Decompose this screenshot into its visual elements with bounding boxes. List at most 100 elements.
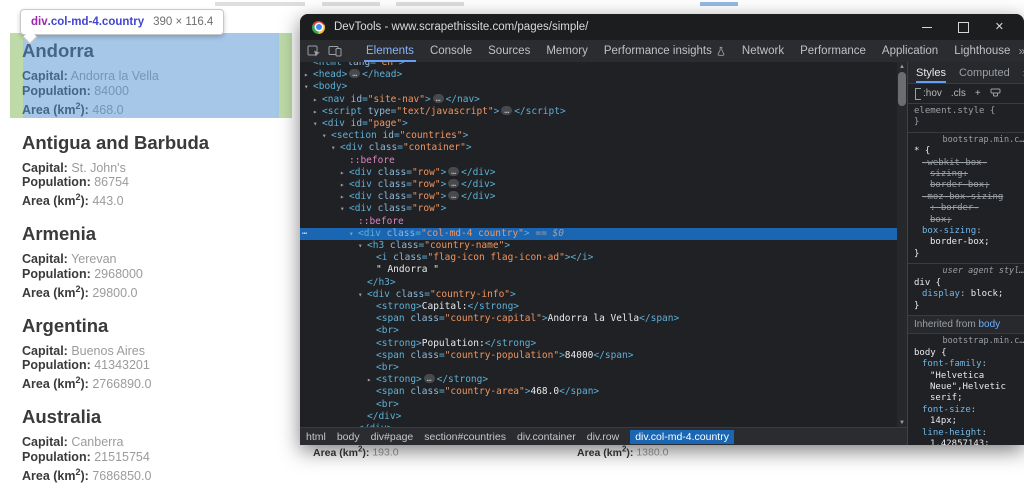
breadcrumb-item[interactable]: div#page [371,431,414,443]
dom-token: <br> [376,362,399,373]
breadcrumb-item[interactable]: body [337,431,360,443]
dom-row[interactable]: ▾<div class="container"> [300,142,897,154]
twisty-collapsed-icon[interactable]: ▸ [304,69,313,81]
twisty-collapsed-icon[interactable]: ▸ [313,94,322,106]
dom-row[interactable]: </div> [300,411,897,423]
twisty-expanded-icon[interactable]: ▾ [331,142,340,154]
dom-row[interactable]: <strong>Population:</strong> [300,338,897,350]
twisty-collapsed-icon[interactable]: ▸ [340,167,349,179]
breadcrumb-item[interactable]: div.row [587,431,619,443]
inline-expand-button[interactable]: … [349,69,360,78]
tab-memory[interactable]: Memory [538,40,596,62]
dom-row[interactable]: ▸<div class="row">…</div> [300,179,897,191]
country-name: Andorra [22,40,286,61]
country-block: AndorraCapital: Andorra la VellaPopulati… [22,40,286,118]
dom-row[interactable]: ▾<div class="country-info"> [300,289,897,301]
dom-tree-scrollbar[interactable]: ▲ ▼ [897,62,907,428]
style-line: "Helvetica [914,371,1024,382]
tab-network[interactable]: Network [734,40,792,62]
twisty-expanded-icon[interactable]: ▾ [304,81,313,93]
breadcrumb-item[interactable]: div.container [517,431,576,443]
twisty-collapsed-icon[interactable]: ▸ [340,191,349,203]
inline-expand-button[interactable]: … [448,179,459,188]
devtools-titlebar[interactable]: DevTools - www.scrapethissite.com/pages/… [300,14,1024,40]
maximize-button[interactable] [958,22,969,33]
scrollbar-thumb[interactable] [898,72,906,106]
breadcrumb-item[interactable]: section#countries [424,431,506,443]
breadcrumb-item[interactable]: div.col-md-4.country [630,430,734,444]
dom-row[interactable]: ::before [300,155,897,167]
twisty-expanded-icon[interactable]: ▾ [322,130,331,142]
dom-row[interactable]: ▸<head>…</head> [300,69,897,81]
dom-row[interactable]: ▸<nav id="site-nav">…</nav> [300,94,897,106]
clipped-header-link[interactable] [700,2,738,6]
tab-lighthouse[interactable]: Lighthouse [946,40,1018,62]
sidebar-tab-styles[interactable]: Styles [916,62,946,83]
dom-row[interactable]: <br> [300,362,897,374]
dom-row[interactable]: ▾<div id="page"> [300,118,897,130]
dom-row[interactable]: <span class="country-capital">Andorra la… [300,313,897,325]
dom-row[interactable]: ▸<script type="text/javascript">…</scrip… [300,106,897,118]
dom-row[interactable]: ▸<strong>…</strong> [300,374,897,386]
twisty-expanded-icon[interactable]: ▾ [340,203,349,215]
styles-toolbar-button[interactable]: .cls [951,88,966,99]
dom-row[interactable]: <i class="flag-icon flag-icon-ad"></i> [300,252,897,264]
dom-row[interactable]: ▾<section id="countries"> [300,130,897,142]
tab-console[interactable]: Console [422,40,480,62]
twisty-expanded-icon[interactable]: ▾ [349,228,358,240]
dom-row[interactable]: ▸<div class="row">…</div> [300,167,897,179]
tab-application[interactable]: Application [874,40,946,62]
dom-row[interactable]: " Andorra " [300,264,897,276]
more-tabs-button[interactable]: » [1018,44,1024,58]
dom-row[interactable]: <span class="country-population">84000</… [300,350,897,362]
stylesheet-source-link[interactable]: bootstrap.min.c… [914,135,1024,146]
dom-row[interactable]: <br> [300,399,897,411]
twisty-collapsed-icon[interactable]: ▸ [313,106,322,118]
device-toolbar-button[interactable] [328,45,342,57]
inline-expand-button[interactable]: … [424,374,435,383]
inline-expand-button[interactable]: … [448,167,459,176]
dom-row[interactable]: ▾<h3 class="country-name"> [300,240,897,252]
dom-token: class [378,179,407,190]
dom-row[interactable]: ▾<div class="row"> [300,203,897,215]
twisty-expanded-icon[interactable]: ▾ [358,289,367,301]
tab-elements[interactable]: Elements [358,40,422,62]
inherited-from-link[interactable]: body [978,319,1000,330]
styles-toolbar-button[interactable]: + [975,88,981,99]
stylesheet-source-link[interactable]: bootstrap.min.c… [914,336,1024,347]
dom-row[interactable]: </h3> [300,277,897,289]
style-line: box-sizing: [914,226,1024,237]
devtools-window: DevTools - www.scrapethissite.com/pages/… [300,14,1024,445]
inline-expand-button[interactable]: … [501,106,512,115]
dom-row[interactable]: ▸<div class="row">…</div> [300,191,897,203]
dom-row[interactable]: ▾<body> [300,81,897,93]
dom-token: lang [347,62,370,68]
sidebar-tab-computed[interactable]: Computed [959,62,1010,83]
dom-row[interactable]: <span class="country-area">468.0</span> [300,386,897,398]
twisty-collapsed-icon[interactable]: ▸ [340,179,349,191]
inline-expand-button[interactable]: … [448,191,459,200]
scroll-up-icon[interactable]: ▲ [897,63,907,71]
close-button[interactable]: ✕ [995,22,1004,32]
dom-row[interactable]: <strong>Capital:</strong> [300,301,897,313]
tab-sources[interactable]: Sources [480,40,538,62]
twisty-expanded-icon[interactable]: ▾ [358,240,367,252]
twisty-collapsed-icon[interactable]: ▸ [367,374,376,386]
country-info-line: Population: 21515754 [22,450,286,465]
dom-row[interactable]: <br> [300,325,897,337]
tab-performance[interactable]: Performance [792,40,874,62]
dom-row[interactable]: ::before [300,216,897,228]
scroll-down-icon[interactable]: ▼ [897,419,907,427]
dom-row[interactable]: ⋯▾<div class="col-md-4 country"> == $0 [300,228,897,240]
row-actions-icon[interactable]: ⋯ [302,228,307,240]
styles-toolbar-button[interactable]: :hov [923,88,942,99]
twisty-expanded-icon[interactable]: ▾ [313,118,322,130]
tab-performance-insights[interactable]: Performance insights [596,40,734,62]
style-options-icon[interactable] [990,88,1001,99]
stylesheet-source-link[interactable]: user agent styl… [914,266,1024,277]
minimize-button[interactable] [922,27,932,28]
breadcrumb-item[interactable]: html [306,431,326,443]
inline-expand-button[interactable]: … [433,94,444,103]
dom-row[interactable]: <html lang="en"> [300,62,897,69]
inspect-element-button[interactable] [307,45,321,58]
